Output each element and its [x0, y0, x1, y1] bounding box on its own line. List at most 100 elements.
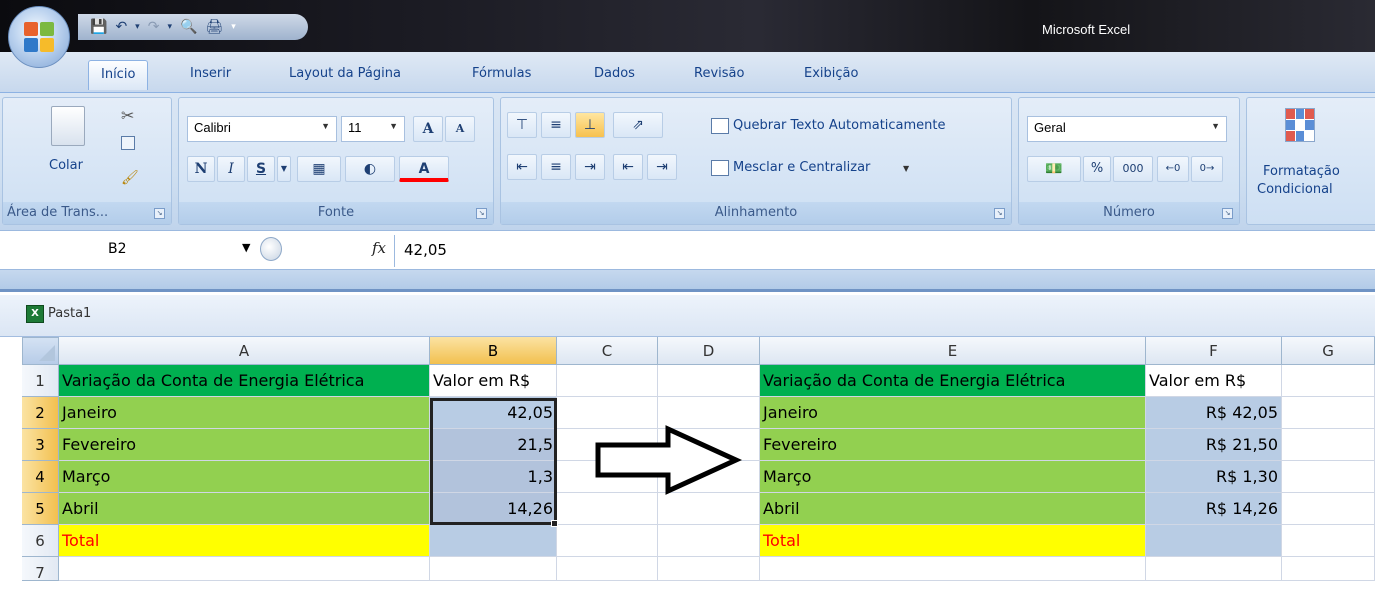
cell-e1-header[interactable]: Variação da Conta de Energia Elétrica: [760, 365, 1146, 397]
tab-exibicao[interactable]: Exibição: [792, 60, 870, 90]
conditional-formatting-icon[interactable]: [1285, 108, 1315, 142]
save-icon[interactable]: 💾: [90, 19, 107, 35]
font-size-select[interactable]: 11 ▼: [341, 116, 405, 142]
align-left-icon[interactable]: ⇤: [507, 154, 537, 180]
format-painter-icon[interactable]: 🖌: [121, 170, 139, 186]
increase-indent-icon[interactable]: ⇥: [647, 154, 677, 180]
cell-f3[interactable]: R$ 21,50: [1146, 429, 1282, 461]
worksheet-grid[interactable]: A B C D E F G 1 2 3 4 5 6 7 Variação da …: [0, 337, 1375, 582]
row-header-2[interactable]: 2: [22, 397, 59, 429]
cell-a4[interactable]: Março: [59, 461, 430, 493]
cell-b2[interactable]: 42,05: [430, 397, 557, 429]
font-color-button[interactable]: A: [399, 156, 449, 182]
underline-dropdown-icon[interactable]: ▼: [277, 156, 291, 182]
name-box-dropdown-icon[interactable]: ▼: [242, 241, 250, 254]
wrap-text-button[interactable]: Quebrar Texto Automaticamente: [733, 118, 946, 133]
dialog-launcher-icon[interactable]: ↘: [476, 208, 487, 219]
font-name-select[interactable]: Calibri ▼: [187, 116, 337, 142]
cell[interactable]: [557, 493, 658, 525]
fill-handle[interactable]: [551, 520, 558, 527]
cell-e2[interactable]: Janeiro: [760, 397, 1146, 429]
cell[interactable]: [557, 557, 658, 581]
shrink-font-button[interactable]: A: [445, 116, 475, 142]
select-all-button[interactable]: [22, 337, 59, 365]
print-icon[interactable]: 🖨: [205, 19, 223, 35]
cell[interactable]: [658, 557, 760, 581]
cell-b6[interactable]: [430, 525, 557, 557]
align-middle-icon[interactable]: ≡: [541, 112, 571, 138]
cell[interactable]: [1282, 429, 1375, 461]
dialog-launcher-icon[interactable]: ↘: [994, 208, 1005, 219]
cell-f2[interactable]: R$ 42,05: [1146, 397, 1282, 429]
name-box[interactable]: B2: [0, 235, 260, 265]
cell[interactable]: [557, 525, 658, 557]
cell[interactable]: [1282, 557, 1375, 581]
formula-bar-handle-icon[interactable]: [260, 237, 282, 261]
fill-color-icon[interactable]: ◐: [345, 156, 395, 182]
cell[interactable]: [1282, 397, 1375, 429]
cell[interactable]: [430, 557, 557, 581]
cell-e3[interactable]: Fevereiro: [760, 429, 1146, 461]
row-header-3[interactable]: 3: [22, 429, 59, 461]
decrease-indent-icon[interactable]: ⇤: [613, 154, 643, 180]
orientation-icon[interactable]: ⇗: [613, 112, 663, 138]
cell-a2[interactable]: Janeiro: [59, 397, 430, 429]
align-center-icon[interactable]: ≡: [541, 154, 571, 180]
cell-e5[interactable]: Abril: [760, 493, 1146, 525]
row-header-5[interactable]: 5: [22, 493, 59, 525]
cell[interactable]: [1146, 557, 1282, 581]
formula-input[interactable]: 42,05: [404, 241, 447, 259]
column-header-e[interactable]: E: [760, 337, 1146, 365]
number-format-select[interactable]: Geral ▼: [1027, 116, 1227, 142]
dropdown-icon[interactable]: ▾: [135, 22, 140, 32]
tab-revisao[interactable]: Revisão: [682, 60, 756, 90]
dialog-launcher-icon[interactable]: ↘: [1222, 208, 1233, 219]
bold-button[interactable]: N: [187, 156, 215, 182]
currency-format-icon[interactable]: 💵: [1027, 156, 1081, 182]
cell[interactable]: [658, 365, 760, 397]
align-top-icon[interactable]: ⊤: [507, 112, 537, 138]
thousands-button[interactable]: 000: [1113, 156, 1153, 182]
cell-b3[interactable]: 21,5: [430, 429, 557, 461]
cell[interactable]: [760, 557, 1146, 581]
conditional-formatting-label-2[interactable]: Condicional: [1257, 182, 1333, 197]
cell-f4[interactable]: R$ 1,30: [1146, 461, 1282, 493]
cell[interactable]: [1282, 365, 1375, 397]
align-right-icon[interactable]: ⇥: [575, 154, 605, 180]
tab-inicio[interactable]: Início: [88, 60, 149, 90]
cell[interactable]: [658, 525, 760, 557]
dialog-launcher-icon[interactable]: ↘: [154, 208, 165, 219]
column-header-b[interactable]: B: [430, 337, 557, 365]
tab-inserir[interactable]: Inserir: [178, 60, 243, 90]
tab-dados[interactable]: Dados: [582, 60, 647, 90]
align-bottom-icon[interactable]: ⊥: [575, 112, 605, 138]
cell-b4[interactable]: 1,3: [430, 461, 557, 493]
row-header-7[interactable]: 7: [22, 557, 59, 582]
decrease-decimal-icon[interactable]: 0→: [1191, 156, 1223, 182]
cut-icon[interactable]: ✂: [121, 106, 134, 125]
tab-layout-da-pagina[interactable]: Layout da Página: [277, 60, 413, 90]
row-header-4[interactable]: 4: [22, 461, 59, 493]
copy-icon[interactable]: [121, 136, 135, 150]
cell[interactable]: [1282, 461, 1375, 493]
column-header-c[interactable]: C: [557, 337, 658, 365]
cell-f6[interactable]: [1146, 525, 1282, 557]
merge-center-button[interactable]: Mesclar e Centralizar: [733, 160, 870, 175]
office-button[interactable]: [8, 6, 70, 68]
row-header-6[interactable]: 6: [22, 525, 59, 557]
cell-f1-header[interactable]: Valor em R$: [1146, 365, 1282, 397]
paste-icon[interactable]: [51, 106, 85, 146]
grow-font-button[interactable]: A: [413, 116, 443, 142]
cell-a1-header[interactable]: Variação da Conta de Energia Elétrica: [59, 365, 430, 397]
chevron-down-icon[interactable]: ▼: [903, 164, 909, 173]
paste-button[interactable]: Colar: [49, 158, 83, 173]
cell-a5[interactable]: Abril: [59, 493, 430, 525]
cell[interactable]: [557, 365, 658, 397]
undo-icon[interactable]: ↶: [115, 19, 127, 35]
cell-e6-total[interactable]: Total: [760, 525, 1146, 557]
cell-f5[interactable]: R$ 14,26: [1146, 493, 1282, 525]
cell-e4[interactable]: Março: [760, 461, 1146, 493]
column-header-g[interactable]: G: [1282, 337, 1375, 365]
column-header-f[interactable]: F: [1146, 337, 1282, 365]
customize-toolbar-icon[interactable]: ▾: [231, 22, 236, 32]
